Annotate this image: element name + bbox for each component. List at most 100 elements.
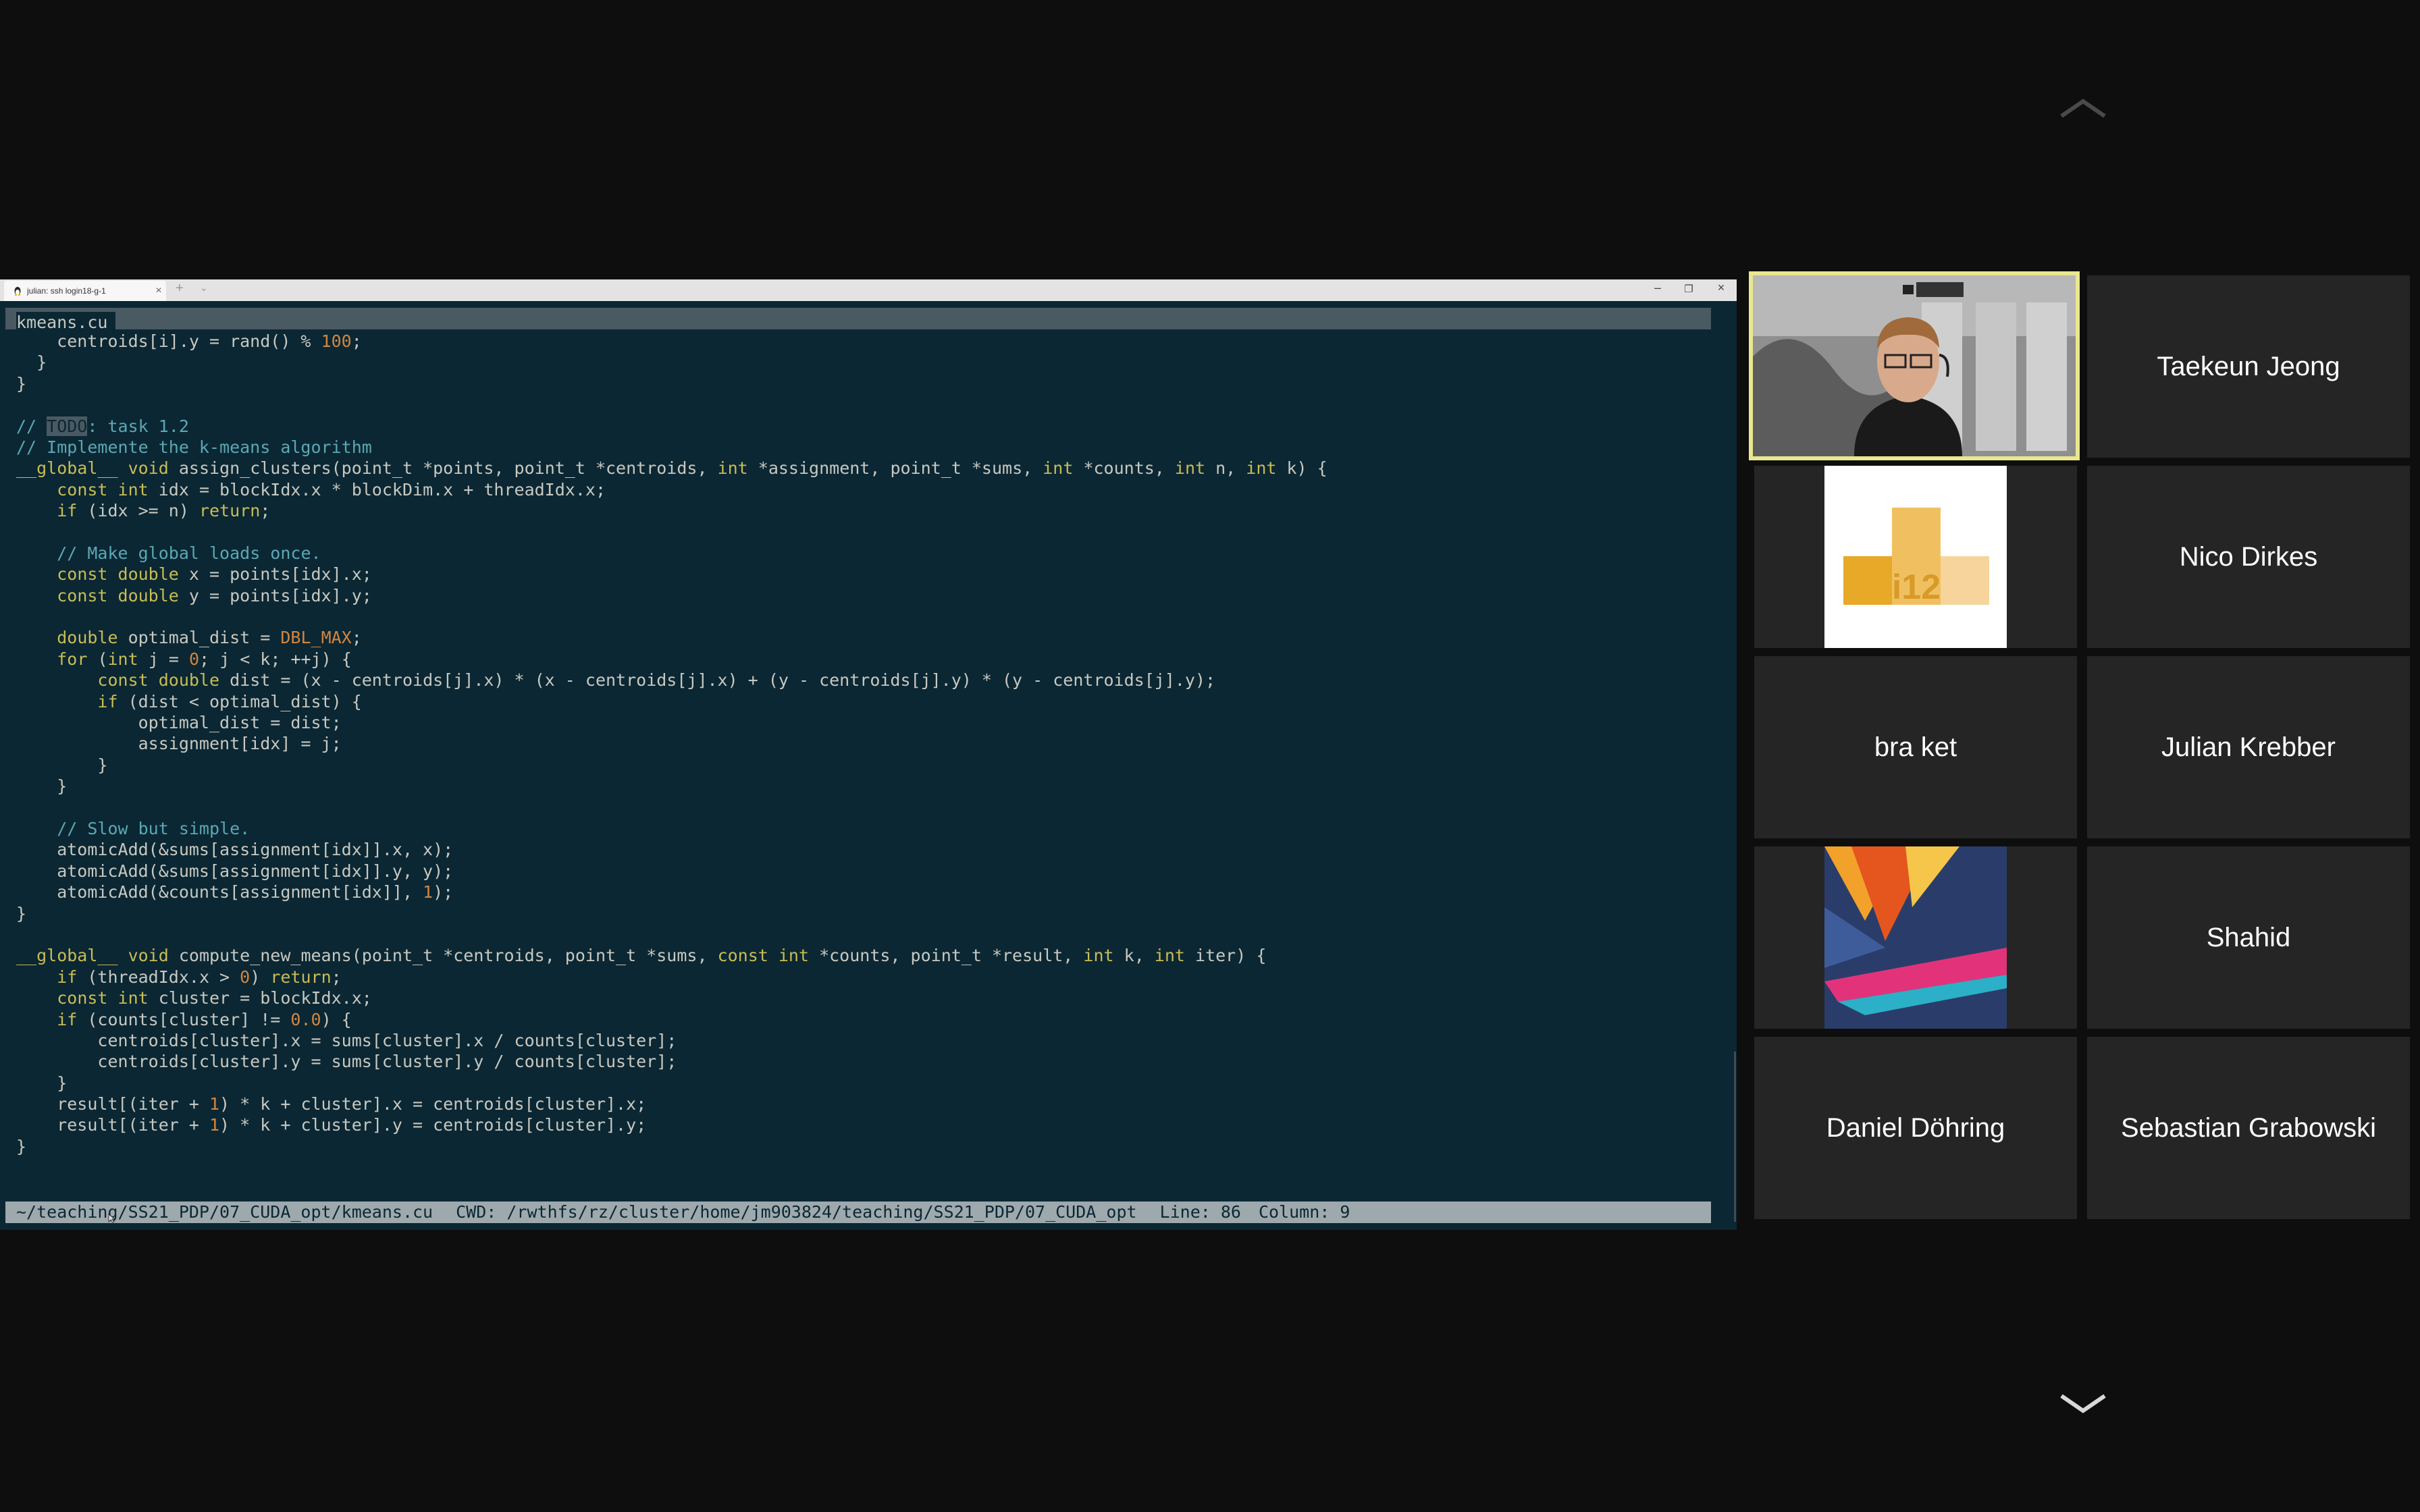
participant-video-tile[interactable] bbox=[1749, 271, 2080, 460]
code-token: if bbox=[57, 501, 88, 521]
code-line: atomicAdd(&counts[assignment[idx]], 1); bbox=[16, 882, 1327, 902]
status-bar: ~/teaching/SS21_PDP/07_CUDA_opt/kmeans.c… bbox=[5, 1202, 1711, 1223]
status-path: ~/teaching/SS21_PDP/07_CUDA_opt/kmeans.c… bbox=[16, 1202, 433, 1222]
code-token: compute_new_means(point_t *centroids, po… bbox=[178, 946, 718, 966]
code-token: optimal_dist = bbox=[128, 628, 281, 648]
code-token: int bbox=[1083, 946, 1124, 966]
tab-close-icon[interactable]: × bbox=[151, 285, 166, 297]
code-token: const double bbox=[57, 585, 189, 605]
code-token: int bbox=[1174, 458, 1216, 479]
code-token: ) * k + cluster].x = centroids[cluster].… bbox=[219, 1094, 647, 1114]
code-token: } bbox=[16, 1136, 27, 1156]
participant-name: Sebastian Grabowski bbox=[2121, 1112, 2376, 1143]
scrollbar[interactable] bbox=[1734, 1052, 1736, 1222]
code-line: __global__ void compute_new_means(point_… bbox=[16, 945, 1327, 966]
code-token: (dist < optimal_dist) { bbox=[128, 691, 362, 711]
code-token: if bbox=[57, 1009, 88, 1029]
new-tab-icon[interactable]: + bbox=[176, 281, 184, 296]
code-token: dist = (x - centroids[j].x) * (x - centr… bbox=[230, 670, 1216, 691]
code-token: int bbox=[107, 649, 149, 669]
code-line: } bbox=[16, 373, 1327, 394]
participant-name: bra ket bbox=[1874, 732, 1957, 762]
code-line: if (dist < optimal_dist) { bbox=[16, 691, 1327, 712]
logo-text: i12 bbox=[1891, 568, 1941, 607]
code-token: ; bbox=[351, 331, 362, 351]
minimize-button[interactable]: – bbox=[1648, 281, 1668, 295]
participant-tile[interactable]: bra ket bbox=[1754, 656, 2077, 838]
linux-penguin-icon bbox=[14, 287, 21, 296]
code-token: 1 bbox=[423, 882, 433, 902]
code-area[interactable]: centroids[i].y = rand() % 100; }} // TOD… bbox=[16, 331, 1327, 1157]
code-token: cluster = blockIdx.x; bbox=[158, 988, 372, 1008]
code-line: const double x = points[idx].x; bbox=[16, 564, 1327, 585]
code-line: } bbox=[16, 352, 1327, 373]
tab-dropdown-icon[interactable]: ⌄ bbox=[200, 282, 208, 294]
code-token: void bbox=[128, 946, 179, 966]
code-line: const int idx = blockIdx.x * blockDim.x … bbox=[16, 479, 1327, 500]
participant-tile[interactable]: Daniel Döhring bbox=[1754, 1037, 2077, 1219]
chevron-up-icon[interactable] bbox=[2056, 93, 2110, 123]
code-token: centroids[i].y = rand() % bbox=[16, 331, 321, 351]
code-line: } bbox=[16, 755, 1327, 776]
participant-tile[interactable]: Taekeun Jeong bbox=[2087, 275, 2410, 458]
terminal-editor[interactable]: kmeans.cu centroids[i].y = rand() % 100;… bbox=[0, 302, 1737, 1230]
i12-logo: i12 bbox=[1824, 466, 2007, 648]
code-line: double optimal_dist = DBL_MAX; bbox=[16, 627, 1327, 648]
code-line: optimal_dist = dist; bbox=[16, 712, 1327, 733]
code-token: double bbox=[57, 628, 128, 648]
code-line: result[(iter + 1) * k + cluster].y = cen… bbox=[16, 1114, 1327, 1135]
code-token: } bbox=[16, 373, 27, 394]
code-token: } bbox=[16, 903, 27, 923]
close-button[interactable]: × bbox=[1711, 281, 1731, 295]
code-token: idx = blockIdx.x * blockDim.x + threadId… bbox=[158, 479, 606, 500]
code-token: const int bbox=[57, 988, 159, 1008]
code-token: 1 bbox=[209, 1115, 220, 1135]
code-line: // Implemente the k-means algorithm bbox=[16, 437, 1327, 458]
participant-tile[interactable]: Julian Krebber bbox=[2087, 656, 2410, 838]
code-token: TODO bbox=[47, 416, 88, 436]
code-line: const int cluster = blockIdx.x; bbox=[16, 988, 1327, 1008]
code-token: } bbox=[16, 755, 108, 775]
chevron-down-icon[interactable] bbox=[2056, 1389, 2110, 1419]
participant-avatar-tile[interactable]: i12 bbox=[1754, 466, 2077, 648]
participant-name: Shahid bbox=[2206, 922, 2291, 952]
participant-avatar-tile[interactable] bbox=[1754, 846, 2077, 1029]
code-line: centroids[cluster].y = sums[cluster].y /… bbox=[16, 1051, 1327, 1072]
filename-bar: kmeans.cu bbox=[5, 308, 1711, 333]
code-token: assign_clusters(point_t *points, point_t… bbox=[178, 458, 718, 479]
code-token: *counts, point_t *result, bbox=[819, 946, 1084, 966]
code-token: ; bbox=[351, 628, 362, 648]
maximize-button[interactable]: ❐ bbox=[1679, 283, 1699, 295]
status-line: Line: 86 bbox=[1159, 1202, 1241, 1222]
participant-tile[interactable]: Shahid bbox=[2087, 846, 2410, 1029]
code-token: 1 bbox=[209, 1094, 220, 1114]
code-line: } bbox=[16, 1073, 1327, 1094]
code-token: atomicAdd(&sums[assignment[idx]].x, x); bbox=[16, 840, 454, 860]
code-token: int bbox=[717, 458, 758, 479]
code-token: int bbox=[1154, 946, 1196, 966]
code-token: iter) { bbox=[1195, 946, 1267, 966]
code-token: __global__ bbox=[16, 458, 128, 479]
code-token: n, bbox=[1215, 458, 1246, 479]
terminal-tab[interactable]: julian: ssh login18-g-1 × bbox=[4, 281, 166, 301]
code-token: k) { bbox=[1286, 458, 1327, 479]
code-token: ) * k + cluster].y = centroids[cluster].… bbox=[219, 1115, 647, 1135]
code-token: int bbox=[1043, 458, 1084, 479]
participant-tile[interactable]: Nico Dirkes bbox=[2087, 466, 2410, 648]
participant-tile[interactable]: Sebastian Grabowski bbox=[2087, 1037, 2410, 1219]
code-token: ( bbox=[97, 649, 108, 669]
code-line: atomicAdd(&sums[assignment[idx]].y, y); bbox=[16, 861, 1327, 882]
code-token: return bbox=[199, 501, 261, 521]
code-token: j = bbox=[148, 649, 189, 669]
code-token: centroids[cluster].y = sums[cluster].y /… bbox=[16, 1052, 677, 1072]
code-token: void bbox=[128, 458, 179, 479]
